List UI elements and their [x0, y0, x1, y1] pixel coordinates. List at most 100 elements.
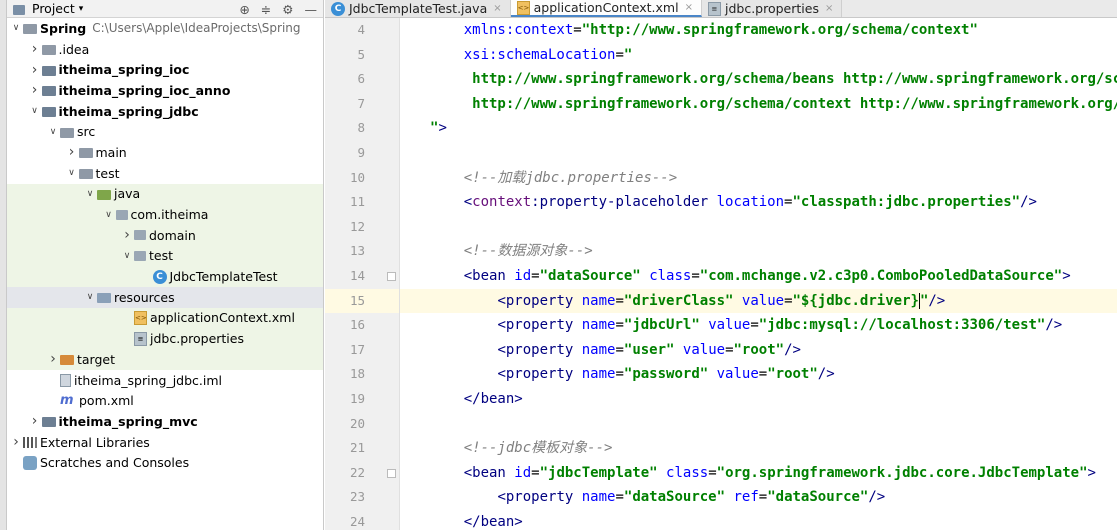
- code-line[interactable]: 💡 <property name="driverClass" value="${…: [400, 288, 1117, 314]
- close-icon[interactable]: ×: [493, 3, 501, 14]
- gutter-line[interactable]: 4: [325, 18, 399, 43]
- gutter-line[interactable]: 9: [325, 141, 399, 166]
- code-line[interactable]: <!--数据源对象-->: [400, 239, 1117, 264]
- close-icon[interactable]: ×: [685, 2, 693, 13]
- tree-item-spring[interactable]: ∨ Spring C:\Users\Apple\IdeaProjects\Sprin…: [7, 18, 323, 39]
- chevron-down-icon[interactable]: ∨: [9, 23, 23, 33]
- chevron-down-icon[interactable]: ∨: [65, 168, 79, 178]
- tab-jdbc-properties[interactable]: ≡ jdbc.properties ×: [701, 0, 843, 17]
- tree-item-test[interactable]: ∨ test: [7, 163, 323, 184]
- project-panel-title[interactable]: Project: [32, 1, 75, 16]
- chevron-down-icon[interactable]: ∨: [102, 210, 116, 220]
- tree-item-itheima-spring-ioc[interactable]: › itheima_spring_ioc: [7, 59, 323, 80]
- tree-item-pom-xml[interactable]: m pom.xml: [7, 390, 323, 411]
- gutter-line[interactable]: 20: [325, 412, 399, 437]
- gutter-line[interactable]: 13: [325, 239, 399, 264]
- tree-item-jdbc-properties[interactable]: ≡ jdbc.properties: [7, 328, 323, 349]
- gutter-line[interactable]: 10: [325, 166, 399, 191]
- left-tool-strip[interactable]: [0, 0, 7, 530]
- chevron-down-icon[interactable]: ∨: [28, 106, 42, 116]
- chevron-right-icon[interactable]: ›: [28, 41, 42, 57]
- gutter-line[interactable]: 17: [325, 338, 399, 363]
- code-line[interactable]: </bean>: [400, 510, 1117, 530]
- gutter-line[interactable]: 21: [325, 436, 399, 461]
- code-token: </bean>: [463, 390, 523, 407]
- code-line[interactable]: xmlns:context="http://www.springframewor…: [400, 18, 1117, 43]
- tree-item-itheima-spring-jdbc-iml[interactable]: itheima_spring_jdbc.iml: [7, 370, 323, 391]
- tab-applicationcontext-xml[interactable]: <> applicationContext.xml ×: [510, 0, 702, 17]
- gutter-line[interactable]: 24: [325, 510, 399, 530]
- tree-item-src[interactable]: ∨ src: [7, 121, 323, 142]
- tree-item-resources[interactable]: ∨ resources: [7, 286, 323, 308]
- chevron-right-icon[interactable]: ›: [46, 351, 60, 367]
- chevron-right-icon[interactable]: ›: [28, 82, 42, 98]
- gutter-line[interactable]: 16: [325, 313, 399, 338]
- tree-item-itheima-spring-mvc[interactable]: › itheima_spring_mvc: [7, 411, 323, 432]
- locate-icon[interactable]: ⊕: [239, 2, 249, 17]
- fold-marker-icon[interactable]: [387, 271, 396, 281]
- minimize-icon[interactable]: —: [305, 2, 318, 17]
- chevron-down-icon[interactable]: ∨: [83, 292, 97, 302]
- code-line[interactable]: [400, 412, 1117, 437]
- tab-jdbctemplatetest-java[interactable]: C JdbcTemplateTest.java ×: [325, 0, 511, 17]
- chevron-right-icon[interactable]: ›: [28, 413, 42, 429]
- code-line[interactable]: <!--加载jdbc.properties-->: [400, 166, 1117, 191]
- code-line[interactable]: [400, 215, 1117, 240]
- code-line[interactable]: </bean>: [400, 387, 1117, 412]
- chevron-right-icon[interactable]: ›: [120, 227, 134, 243]
- code-line[interactable]: <property name="jdbcUrl" value="jdbc:mys…: [400, 313, 1117, 338]
- chevron-down-icon[interactable]: ∨: [83, 189, 97, 199]
- tree-item-external-libraries[interactable]: › External Libraries: [7, 432, 323, 453]
- gutter-line[interactable]: 5: [325, 43, 399, 68]
- tree-item-jdbctemplatetest[interactable]: C JdbcTemplateTest: [7, 266, 323, 287]
- code-line[interactable]: <context:property-placeholder location="…: [400, 190, 1117, 215]
- tree-item-main[interactable]: › main: [7, 142, 323, 163]
- close-icon[interactable]: ×: [825, 3, 833, 14]
- chevron-down-icon[interactable]: ▾: [79, 4, 84, 14]
- tree-item--idea[interactable]: › .idea: [7, 39, 323, 60]
- tree-item-com-itheima[interactable]: ∨ com.itheima: [7, 204, 323, 225]
- code-line[interactable]: http://www.springframework.org/schema/co…: [400, 92, 1117, 117]
- code-line[interactable]: [400, 141, 1117, 166]
- code-token: "dataSource": [767, 489, 869, 506]
- chevron-right-icon[interactable]: ›: [65, 144, 79, 160]
- gutter-line[interactable]: 7: [325, 92, 399, 117]
- code-line[interactable]: <bean id="jdbcTemplate" class="org.sprin…: [400, 461, 1117, 486]
- gutter-line[interactable]: 12: [325, 215, 399, 240]
- gutter-line[interactable]: 19: [325, 387, 399, 412]
- code-line[interactable]: xsi:schemaLocation=": [400, 43, 1117, 68]
- fold-marker-icon[interactable]: [387, 468, 396, 478]
- tree-item-test[interactable]: ∨ test: [7, 245, 323, 267]
- chevron-down-icon[interactable]: ∨: [46, 127, 60, 137]
- gutter-line[interactable]: 22: [325, 461, 399, 486]
- code-line[interactable]: <property name="user" value="root"/>: [400, 338, 1117, 363]
- code-token: "org.springframework.jdbc.core.JdbcTempl…: [716, 464, 1088, 481]
- gutter-line[interactable]: 23: [325, 485, 399, 510]
- tree-item-scratches-and-consoles[interactable]: Scratches and Consoles: [7, 452, 323, 473]
- code-line[interactable]: http://www.springframework.org/schema/be…: [400, 67, 1117, 92]
- gutter-line[interactable]: 11: [325, 190, 399, 215]
- collapse-all-icon[interactable]: ≑: [261, 2, 271, 17]
- code-line[interactable]: <property name="dataSource" ref="dataSou…: [400, 485, 1117, 510]
- tree-item-domain[interactable]: › domain: [7, 224, 323, 246]
- gutter-line[interactable]: 15: [325, 288, 399, 314]
- tree-item-target[interactable]: › target: [7, 349, 323, 370]
- gutter-line[interactable]: 14: [325, 264, 399, 289]
- chevron-down-icon[interactable]: ∨: [120, 251, 134, 261]
- code-line[interactable]: <!--jdbc模板对象-->: [400, 436, 1117, 461]
- gutter-line[interactable]: 18: [325, 362, 399, 387]
- gear-icon[interactable]: ⚙: [282, 2, 293, 17]
- code-line[interactable]: <property name="password" value="root"/>: [400, 362, 1117, 387]
- tree-item-itheima-spring-ioc-anno[interactable]: › itheima_spring_ioc_anno: [7, 80, 323, 101]
- gutter-line[interactable]: 6: [325, 67, 399, 92]
- code-line[interactable]: ">: [400, 116, 1117, 141]
- chevron-right-icon[interactable]: ›: [9, 434, 23, 450]
- chevron-right-icon[interactable]: ›: [28, 62, 42, 78]
- code-line[interactable]: <bean id="dataSource" class="com.mchange…: [400, 264, 1117, 289]
- editor-gutter[interactable]: 4 5 6 7 8 9 10 11 12 13 14 15 16 17 18 19 20 21 22 23 24: [325, 18, 400, 530]
- code-text[interactable]: xmlns:context="http://www.springframewor…: [400, 18, 1117, 530]
- tree-item-java[interactable]: ∨ java: [7, 183, 323, 205]
- gutter-line[interactable]: 8: [325, 116, 399, 141]
- tree-item-applicationcontext-xml[interactable]: <> applicationContext.xml: [7, 307, 323, 329]
- tree-item-itheima-spring-jdbc[interactable]: ∨ itheima_spring_jdbc: [7, 101, 323, 122]
